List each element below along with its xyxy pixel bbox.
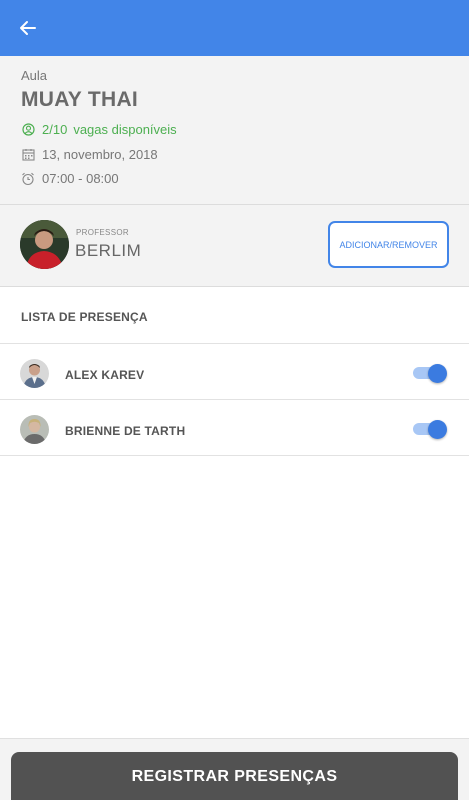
class-title: MUAY THAI [21,88,139,111]
toggle-thumb [428,364,447,383]
attendance-row: BRIENNE DE TARTH [0,401,469,456]
vacancies-text: vagas disponíveis [73,122,177,137]
class-date: 13, novembro, 2018 [42,147,158,162]
vacancies-count: 2/10 [42,122,68,137]
back-button[interactable] [14,14,42,42]
presence-toggle[interactable] [411,364,447,383]
class-label: Aula [21,68,48,83]
class-info-section: Aula MUAY THAI 2/10 vagas disponíveis 13… [0,56,469,205]
attendance-row: ALEX KAREV [0,345,469,400]
register-attendance-button[interactable]: REGISTRAR PRESENÇAS [11,752,458,800]
add-remove-button[interactable]: ADICIONAR/REMOVER [328,221,449,268]
professor-name: BERLIM [75,241,142,260]
footer-bar: REGISTRAR PRESENÇAS [0,738,469,800]
user-circle-icon [21,123,35,137]
toggle-thumb [428,420,447,439]
student-name: ALEX KAREV [65,368,145,382]
student-avatar [20,415,49,444]
student-name: BRIENNE DE TARTH [65,424,186,438]
vacancies-row: 2/10 vagas disponíveis [21,122,177,137]
calendar-icon [21,148,35,162]
attendance-list-header: LISTA DE PRESENÇA [0,288,469,344]
date-row: 13, novembro, 2018 [21,147,158,162]
attendance-list-title: LISTA DE PRESENÇA [21,310,148,324]
professor-caption: PROFESSOR [76,228,129,237]
time-row: 07:00 - 08:00 [21,171,119,186]
student-avatar [20,359,49,388]
alarm-clock-icon [21,172,35,186]
arrow-back-icon [20,21,36,35]
class-time: 07:00 - 08:00 [42,171,119,186]
professor-avatar [20,220,69,269]
presence-toggle[interactable] [411,420,447,439]
professor-section: PROFESSOR BERLIM ADICIONAR/REMOVER [0,205,469,287]
app-bar [0,0,469,56]
